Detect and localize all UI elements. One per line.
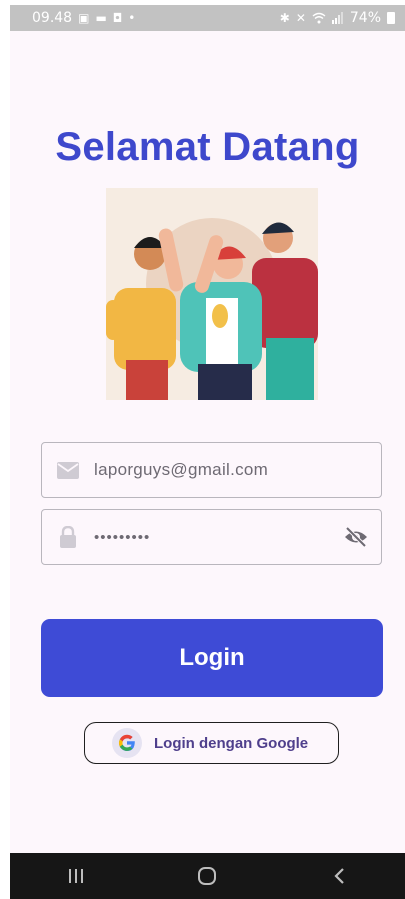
clipboard-icon: ◘ [112, 11, 123, 25]
folder-icon: ▬ [95, 11, 107, 25]
recent-apps-icon[interactable] [56, 861, 96, 891]
welcome-illustration [106, 188, 318, 400]
google-logo-icon [112, 728, 142, 758]
status-bar: 09.48 ▣ ▬ ◘ • ✱ ✕ 74% [10, 5, 405, 31]
signal-icon [331, 12, 343, 24]
google-login-button[interactable]: Login dengan Google [84, 722, 339, 764]
login-button[interactable]: Login [41, 619, 383, 697]
mail-icon [56, 458, 80, 482]
system-nav-bar [10, 853, 405, 899]
email-field[interactable]: laporguys@gmail.com [41, 442, 382, 498]
wifi-icon [312, 12, 326, 24]
battery-icon [387, 12, 395, 24]
status-right: ✱ ✕ 74% [280, 10, 395, 26]
google-login-label: Login dengan Google [154, 734, 309, 752]
status-time: 09.48 [32, 10, 73, 26]
password-field[interactable]: ••••••••• [41, 509, 382, 565]
gallery-icon: ▣ [78, 11, 90, 25]
home-icon[interactable] [187, 861, 227, 891]
page-title: Selamat Datang [55, 125, 360, 169]
lock-icon [56, 525, 80, 549]
password-value: ••••••••• [94, 528, 151, 546]
eye-off-icon[interactable] [343, 524, 369, 550]
dot-icon: • [128, 11, 136, 25]
email-value: laporguys@gmail.com [94, 460, 269, 479]
mute-icon: ✕ [295, 11, 306, 25]
app-screen: 09.48 ▣ ▬ ◘ • ✱ ✕ 74% Selamat Datang lap… [10, 5, 405, 899]
status-left: 09.48 ▣ ▬ ◘ • [32, 10, 135, 26]
battery-level: 74% [349, 10, 381, 26]
back-icon[interactable] [319, 861, 359, 891]
bluetooth-icon: ✱ [279, 11, 290, 25]
